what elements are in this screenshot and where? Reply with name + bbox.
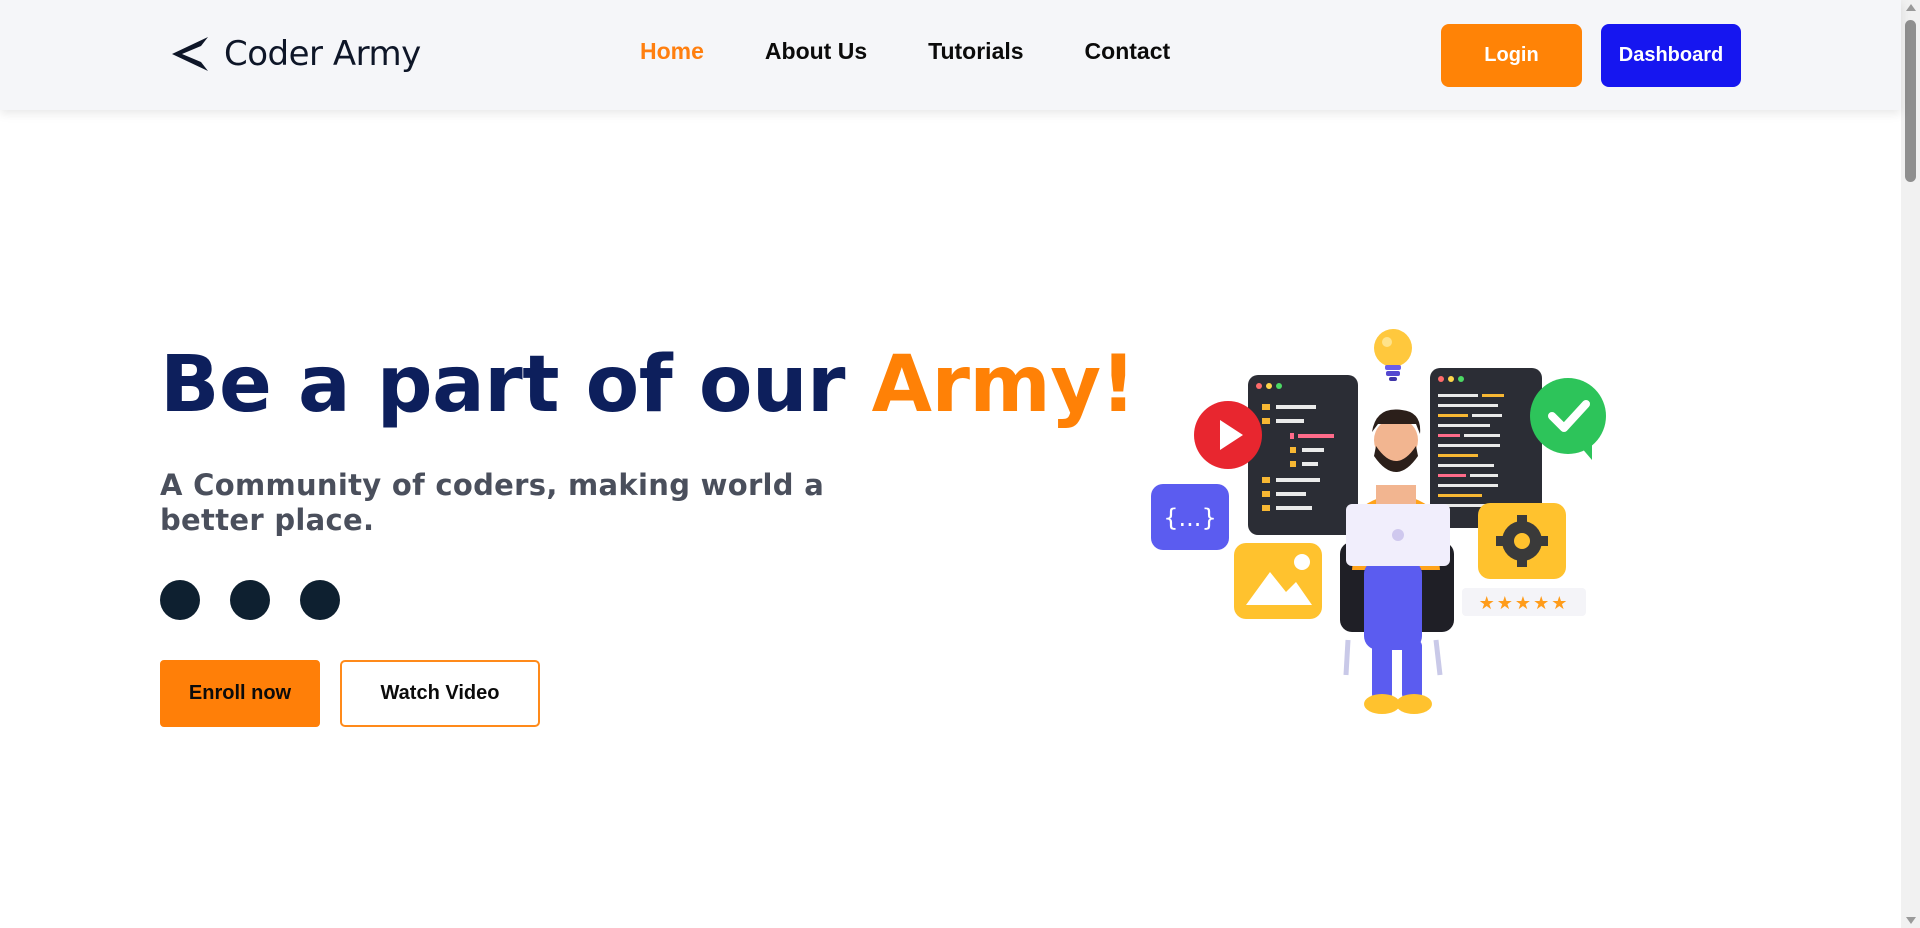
login-button[interactable]: Login [1441, 24, 1582, 87]
code-braces-icon: {...} [1151, 484, 1229, 550]
nav-link-tutorials[interactable]: Tutorials [928, 38, 1023, 65]
nav-link-home[interactable]: Home [640, 38, 704, 65]
social-dots [160, 580, 370, 620]
hero-title-accent: Army! [871, 340, 1137, 430]
navbar: Coder Army Home About Us Tutorials Conta… [0, 0, 1901, 110]
laptop-icon [1346, 504, 1450, 566]
social-dot-2[interactable] [230, 580, 270, 620]
nav-link-contact[interactable]: Contact [1085, 38, 1171, 65]
hero-illustration: {...} ★★★★★ [1151, 329, 1606, 714]
gear-icon [1478, 503, 1566, 579]
scroll-up-arrow-icon[interactable] [1906, 4, 1916, 11]
nav-link-about-us[interactable]: About Us [765, 38, 867, 65]
dashboard-button[interactable]: Dashboard [1601, 24, 1741, 87]
enroll-now-button[interactable]: Enroll now [160, 660, 320, 727]
hero-title: Be a part of our Army! [160, 340, 1136, 430]
social-dot-3[interactable] [300, 580, 340, 620]
code-badge-text: {...} [1163, 504, 1216, 532]
star-rating-icon: ★★★★★ [1462, 588, 1586, 616]
scroll-down-arrow-icon[interactable] [1906, 917, 1916, 924]
brand-logo[interactable]: Coder Army [168, 32, 421, 76]
watch-video-button[interactable]: Watch Video [340, 660, 540, 727]
play-icon [1194, 401, 1262, 469]
svg-text:★★★★★: ★★★★★ [1479, 593, 1570, 614]
image-icon [1234, 543, 1322, 619]
hero-subtitle: A Community of coders, making world a be… [160, 468, 825, 537]
social-dot-1[interactable] [160, 580, 200, 620]
brand-name: Coder Army [224, 34, 421, 74]
code-panel-left [1248, 375, 1358, 535]
lightbulb-icon [1374, 329, 1412, 381]
hero-title-prefix: Be a part of our [160, 340, 872, 430]
nav-links: Home About Us Tutorials Contact [640, 38, 1170, 65]
vertical-scrollbar[interactable] [1901, 0, 1920, 928]
scroll-thumb[interactable] [1905, 20, 1916, 182]
arrow-logo-icon [172, 37, 208, 71]
